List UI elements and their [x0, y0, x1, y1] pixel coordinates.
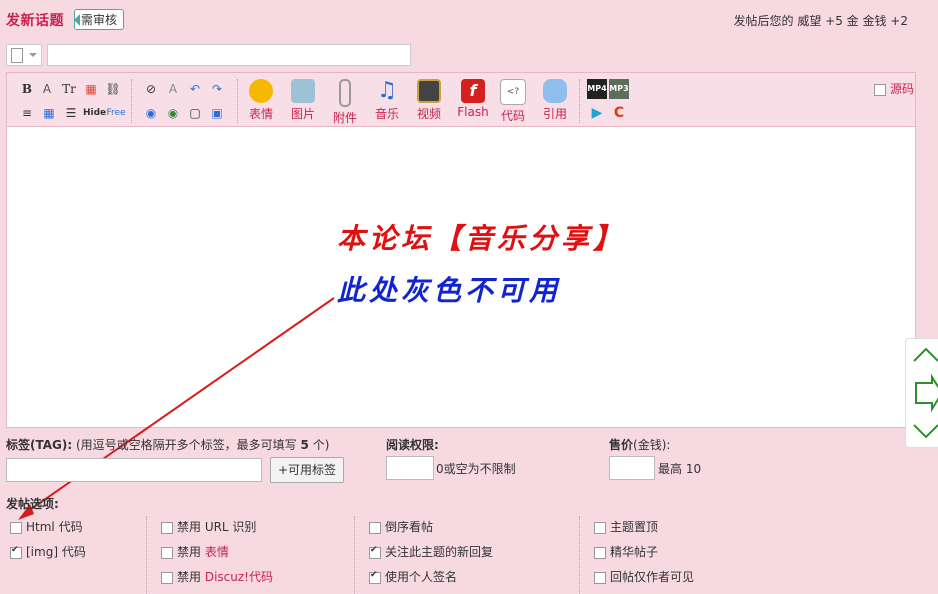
option-disable-url[interactable]: 禁用 URL 识别 [161, 518, 256, 535]
option-reverse-order[interactable]: 倒序看帖 [369, 518, 433, 535]
option-label: 关注此主题的新回复 [385, 545, 494, 559]
option-img-code[interactable]: [img] 代码 [10, 543, 86, 560]
option-checkbox[interactable] [369, 521, 381, 534]
post-options-label: 发帖选项: [6, 497, 59, 511]
tags-hint-end: 个) [312, 438, 330, 452]
tags-input[interactable] [6, 458, 262, 482]
option-digest-post[interactable]: 精华帖子 [594, 543, 658, 560]
price-hint: 最高 10 [658, 462, 702, 476]
price-label: 售价 [609, 438, 634, 452]
option-label: 禁用 [177, 570, 205, 584]
option-checkbox[interactable] [594, 521, 606, 534]
read-permission-input[interactable] [386, 456, 434, 480]
option-label: 倒序看帖 [385, 520, 434, 534]
option-checkbox[interactable] [594, 546, 606, 559]
option-checkbox[interactable] [369, 545, 381, 559]
option-checkbox[interactable] [10, 521, 22, 534]
option-label: 禁用 URL 识别 [177, 520, 257, 534]
option-use-signature[interactable]: 使用个人签名 [369, 568, 457, 585]
option-highlight: Discuz!代码 [204, 570, 273, 584]
column-separator [146, 516, 147, 594]
option-label: 精华帖子 [610, 545, 659, 559]
option-disable-smilies[interactable]: 禁用 表情 [161, 543, 229, 560]
option-checkbox[interactable] [369, 570, 381, 584]
price-unit: (金钱): [633, 438, 671, 452]
tags-hint: (用逗号或空格隔开多个标签，最多可填写 [76, 438, 297, 452]
tags-label: 标签(TAG): [6, 438, 73, 452]
option-checkbox[interactable] [161, 546, 173, 559]
option-highlight: 表情 [204, 545, 229, 559]
option-checkbox[interactable] [10, 545, 22, 559]
read-permission-hint: 0或空为不限制 [436, 462, 516, 476]
option-label: [img] 代码 [26, 545, 86, 559]
option-disable-discuz-code[interactable]: 禁用 Discuz!代码 [161, 568, 273, 585]
scroll-widget [905, 338, 938, 448]
option-html-code[interactable]: Html 代码 [10, 518, 83, 535]
tags-label-row: 标签(TAG): (用逗号或空格隔开多个标签，最多可填写 5 个) [6, 436, 329, 453]
column-separator [354, 516, 355, 594]
option-label: 禁用 [177, 545, 205, 559]
column-separator [579, 516, 580, 594]
option-label: Html 代码 [26, 520, 83, 534]
option-author-only-replies[interactable]: 回帖仅作者可见 [594, 568, 694, 585]
tags-max: 5 [300, 438, 309, 452]
option-label: 主题置顶 [610, 520, 659, 534]
price-input[interactable] [609, 456, 655, 480]
option-label: 回帖仅作者可见 [610, 570, 695, 584]
option-checkbox[interactable] [161, 571, 173, 584]
option-label: 使用个人签名 [385, 570, 458, 584]
option-checkbox[interactable] [594, 571, 606, 584]
scroll-arrows-icon[interactable] [906, 339, 938, 447]
price-label-row: 售价(金钱): [609, 436, 670, 453]
option-sticky-topic[interactable]: 主题置顶 [594, 518, 658, 535]
read-permission-label: 阅读权限: [386, 438, 439, 452]
option-follow-replies[interactable]: 关注此主题的新回复 [369, 543, 493, 560]
annotation-arrow [18, 297, 335, 520]
available-tags-button[interactable]: +可用标签 [270, 457, 344, 483]
option-checkbox[interactable] [161, 521, 173, 534]
